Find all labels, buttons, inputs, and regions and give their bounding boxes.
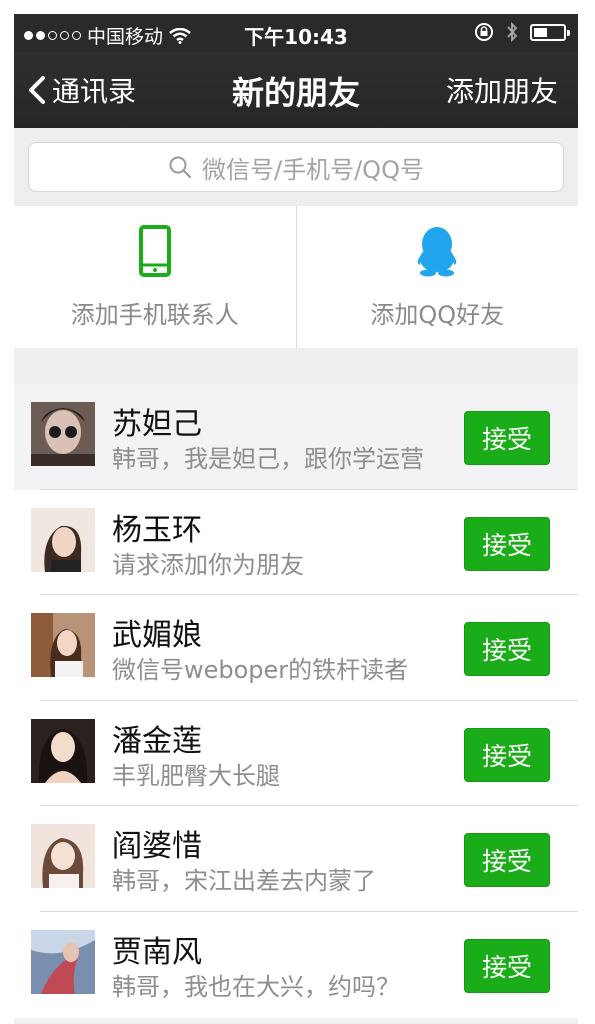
phone-icon (138, 224, 171, 277)
friend-request-row[interactable]: 阎婆惜 韩哥，宋江出差去内蒙了 接受 (14, 806, 578, 912)
friend-request-row[interactable]: 贾南风 韩哥，我也在大兴，约吗？ 接受 (14, 911, 578, 1018)
friend-request-row[interactable]: 武媚娘 微信号weboper的铁杆读者 接受 (14, 595, 578, 701)
qq-penguin-icon (417, 226, 457, 276)
accept-button[interactable]: 接受 (464, 516, 550, 571)
search-bar: 微信号/手机号/QQ号 (14, 128, 578, 207)
request-name: 阎婆惜 (112, 829, 202, 865)
back-button[interactable]: 通讯录 (28, 70, 136, 110)
navigation-bar: 通讯录 新的朋友 添加朋友 (14, 52, 578, 128)
request-message: 丰乳肥臀大长腿 (112, 761, 280, 790)
bluetooth-icon (507, 21, 518, 43)
accept-button[interactable]: 接受 (464, 938, 550, 993)
section-divider (14, 348, 578, 385)
request-message: 微信号weboper的铁杆读者 (112, 656, 409, 685)
accept-button[interactable]: 接受 (464, 727, 550, 782)
friend-request-row[interactable]: 潘金莲 丰乳肥臀大长腿 接受 (14, 700, 578, 807)
phone-screen: 中国移动 下午10:43 通讯录 新的朋友 添加朋友 微信号/手机号/QQ号 添… (14, 14, 578, 1024)
back-label: 通讯录 (52, 75, 137, 108)
avatar (31, 507, 95, 572)
add-phone-contacts-label: 添加手机联系人 (70, 300, 239, 329)
avatar (31, 402, 95, 466)
request-name: 武媚娘 (112, 618, 202, 654)
friend-request-row[interactable]: 苏妲己 韩哥，我是妲己，跟你学运营 接受 (14, 384, 578, 490)
chevron-left-icon (29, 76, 45, 104)
avatar (31, 613, 95, 678)
avatar (31, 718, 95, 783)
add-qq-friends[interactable]: 添加QQ好友 (295, 206, 579, 348)
friend-request-list: 苏妲己 韩哥，我是妲己，跟你学运营 接受 杨玉环 请求添加你为朋友 接受 武媚娘… (14, 384, 578, 1018)
accept-button[interactable]: 接受 (464, 622, 550, 677)
avatar (31, 824, 95, 889)
request-name: 贾南风 (112, 934, 202, 970)
friend-request-row[interactable]: 杨玉环 请求添加你为朋友 接受 (14, 489, 578, 596)
status-right (474, 21, 570, 43)
request-message: 韩哥，我是妲己，跟你学运营 (112, 445, 424, 473)
accept-button[interactable]: 接受 (464, 411, 550, 465)
avatar (31, 929, 95, 994)
add-qq-friends-label: 添加QQ好友 (370, 300, 505, 329)
battery-icon (530, 23, 570, 41)
add-friend-button[interactable]: 添加朋友 (446, 70, 558, 110)
request-message: 韩哥，我也在大兴，约吗？ (112, 972, 400, 1001)
request-name: 杨玉环 (112, 512, 202, 548)
request-name: 苏妲己 (112, 407, 202, 442)
request-name: 潘金莲 (112, 723, 202, 759)
add-phone-contacts[interactable]: 添加手机联系人 (14, 206, 296, 348)
rotation-lock-icon (475, 23, 493, 41)
search-icon (169, 156, 192, 179)
search-placeholder: 微信号/手机号/QQ号 (202, 155, 424, 184)
search-input[interactable]: 微信号/手机号/QQ号 (28, 142, 564, 192)
quick-add-panel: 添加手机联系人 添加QQ好友 (14, 206, 578, 349)
request-message: 韩哥，宋江出差去内蒙了 (112, 867, 376, 896)
accept-button[interactable]: 接受 (464, 833, 550, 888)
request-message: 请求添加你为朋友 (112, 550, 304, 579)
status-bar: 中国移动 下午10:43 (14, 14, 578, 52)
